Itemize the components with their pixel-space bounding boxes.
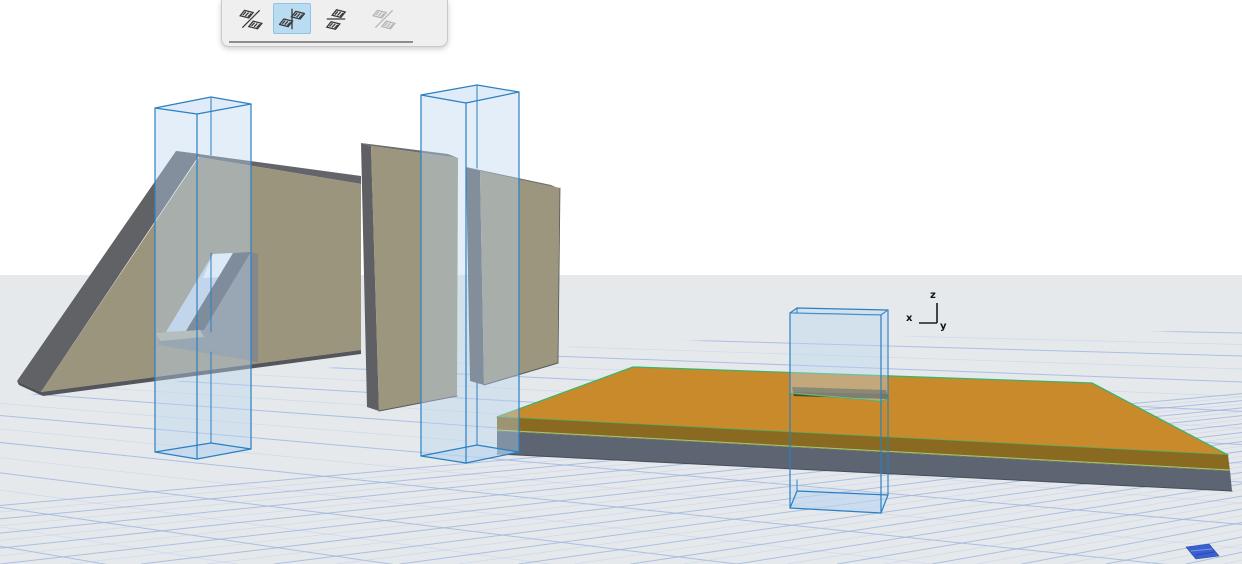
axis-label-x: x [906, 313, 913, 324]
marquee-box-2-face-right[interactable] [466, 92, 519, 463]
toolbar-divider [229, 41, 413, 43]
junction-option-3-button[interactable] [317, 3, 355, 34]
marquee-box-2-face-left[interactable] [421, 95, 466, 463]
marquee-box-1-face-right[interactable] [197, 104, 251, 459]
wall-junction-split-horizontal-icon [325, 8, 347, 30]
axis-label-z: z [930, 290, 936, 301]
wall-junction-cross-icon [372, 9, 396, 29]
wall-junction-split-vertical-icon [279, 8, 305, 29]
marquee-box-3-right[interactable] [881, 310, 888, 401]
junction-option-2-button[interactable] [273, 3, 311, 34]
3d-viewport[interactable]: x y z [0, 0, 1242, 564]
junction-option-4-button[interactable] [365, 3, 403, 34]
wall-junction-toolbar [221, 0, 448, 47]
axis-label-y: y [940, 321, 947, 332]
scene-canvas [0, 84, 1242, 564]
junction-option-1-button[interactable] [232, 3, 270, 34]
wall-junction-cross-icon [239, 9, 263, 29]
marquee-box-1-face-left[interactable] [155, 108, 197, 459]
marquee-box-3-front[interactable] [790, 313, 881, 401]
